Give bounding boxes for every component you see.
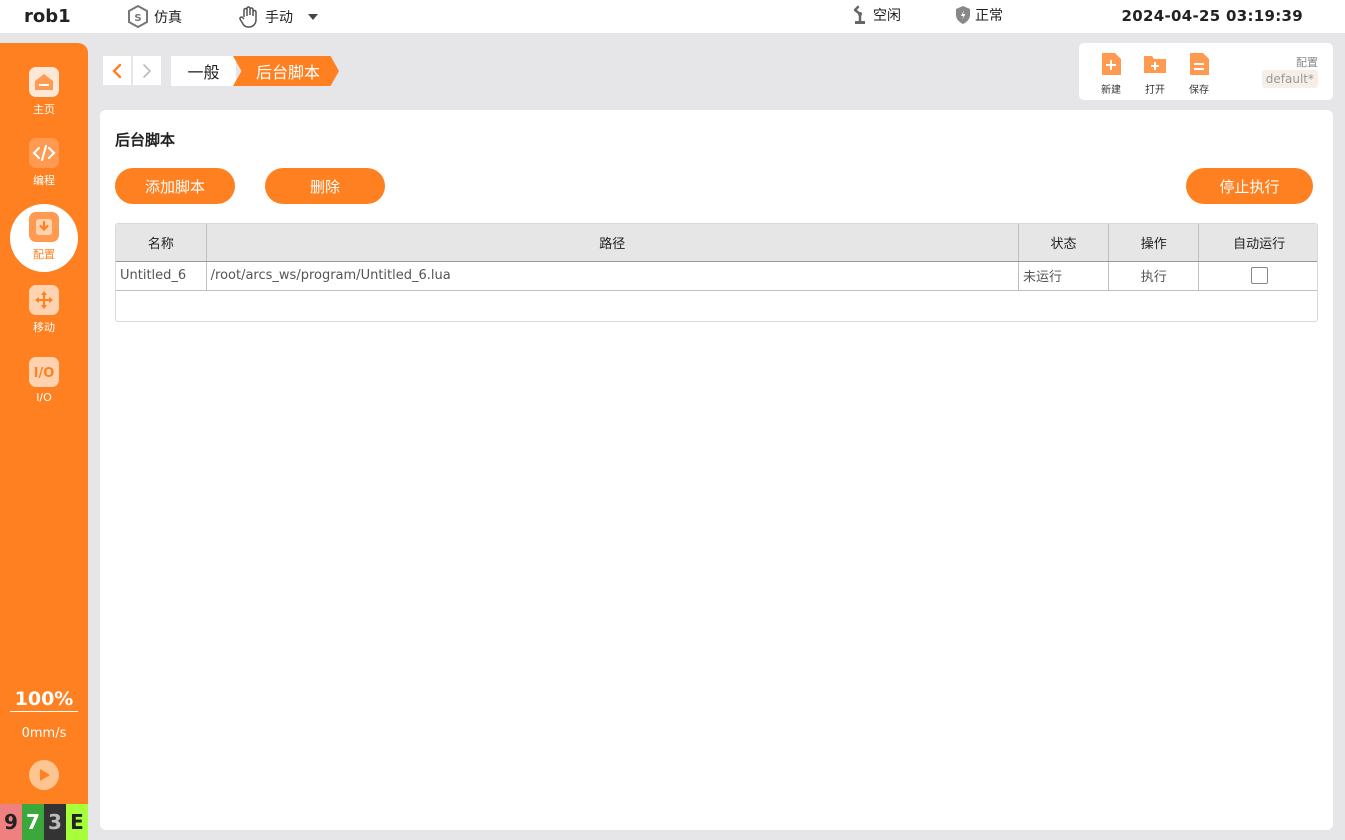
sidebar-item-home[interactable]: 主页 [0,67,88,127]
delete-button[interactable]: 删除 [265,168,385,204]
sidebar-item-label: I/O [36,391,52,404]
column-header-name: 名称 [116,224,207,262]
speed-percent[interactable]: 100% [10,688,78,712]
datetime: 2024-04-25 03:19:39 [1121,7,1303,25]
open-label: 打开 [1145,85,1165,96]
status-char: 7 [22,804,44,840]
status-strip: 9 7 3 E [0,804,88,840]
auto-run-checkbox[interactable] [1250,267,1268,284]
sidebar: 主页 编程 配置 移动 I/O I/O 100% 0mm/s [0,43,88,840]
idle-label: 空闲 [873,8,901,24]
mode-dropdown[interactable]: 手动 [237,5,323,29]
sidebar-item-label: 编程 [33,174,55,187]
sidebar-item-config[interactable]: 配置 [10,204,78,272]
open-folder-icon [1144,56,1166,73]
config-icon [29,212,59,242]
top-bar: rob1 S 仿真 手动 空闲 正常 2024-04-25 03:19:39 [0,0,1345,33]
panel-title: 后台脚本 [115,131,176,149]
speed-value: 0mm/s [21,726,67,741]
robot-arm-icon [853,5,865,24]
open-button[interactable]: 打开 [1138,51,1172,96]
config-value[interactable]: default* [1261,70,1318,88]
simulation-label: 仿真 [154,10,182,26]
forward-button[interactable] [133,56,161,85]
config-label: 配置 [1296,56,1318,69]
play-button[interactable] [29,760,59,790]
back-button[interactable] [103,56,131,85]
home-icon [29,67,59,97]
svg-text:I/O: I/O [34,366,55,380]
add-script-button[interactable]: 添加脚本 [115,168,235,204]
column-header-path: 路径 [206,224,1019,262]
execute-link[interactable]: 执行 [1108,261,1200,291]
status-char: 3 [44,804,66,840]
table-header-row: 名称 路径 状态 操作 自动运行 [116,224,1317,262]
code-icon [29,138,59,168]
sidebar-item-label: 移动 [33,321,55,334]
play-icon [40,769,50,781]
auto-run-cell [1198,261,1317,291]
mode-label: 手动 [265,10,293,26]
stop-execution-button[interactable]: 停止执行 [1186,168,1313,204]
simulation-icon: S [128,5,148,29]
column-header-status: 状态 [1018,224,1110,262]
shield-icon [956,6,970,24]
new-file-icon [1102,53,1121,75]
caret-down-icon [308,14,318,20]
background-script-panel: 后台脚本 添加脚本 删除 停止执行 名称 路径 状态 操作 自动运行 Untit… [100,110,1333,830]
robot-name[interactable]: rob1 [24,6,71,27]
io-icon: I/O [29,357,59,387]
sidebar-item-label: 主页 [33,103,55,116]
column-header-auto-run: 自动运行 [1198,224,1317,262]
simulation-indicator[interactable]: S 仿真 [126,5,182,29]
hand-icon [239,6,257,28]
script-status: 未运行 [1018,261,1110,291]
column-header-action: 操作 [1108,224,1200,262]
status-char: 9 [0,804,22,840]
chevron-left-icon [112,63,122,78]
sidebar-item-io[interactable]: I/O I/O [0,357,88,417]
breadcrumb-general[interactable]: 一般 [171,56,236,86]
idle-status: 空闲 [851,5,901,25]
file-toolbar: 新建 打开 保存 配置 default* [1079,43,1333,100]
chevron-right-icon [143,63,152,78]
svg-text:S: S [134,13,141,24]
move-icon [29,285,59,315]
new-label: 新建 [1101,85,1121,96]
save-button[interactable]: 保存 [1182,51,1216,96]
script-name: Untitled_6 [116,261,207,291]
script-path: /root/arcs_ws/program/Untitled_6.lua [206,261,1019,291]
history-nav [103,56,161,85]
sidebar-item-move[interactable]: 移动 [0,285,88,345]
save-icon [1190,53,1209,75]
status-char: E [66,804,88,840]
safety-label: 正常 [975,8,1003,24]
safety-status: 正常 [955,5,1003,25]
sidebar-item-program[interactable]: 编程 [0,138,88,198]
script-table: 名称 路径 状态 操作 自动运行 Untitled_6 /root/arcs_w… [115,223,1318,322]
sidebar-item-label: 配置 [33,248,55,261]
new-button[interactable]: 新建 [1094,51,1128,96]
save-label: 保存 [1189,85,1209,96]
table-row[interactable]: Untitled_6 /root/arcs_ws/program/Untitle… [116,261,1317,291]
breadcrumb-current[interactable]: 后台脚本 [233,56,339,86]
